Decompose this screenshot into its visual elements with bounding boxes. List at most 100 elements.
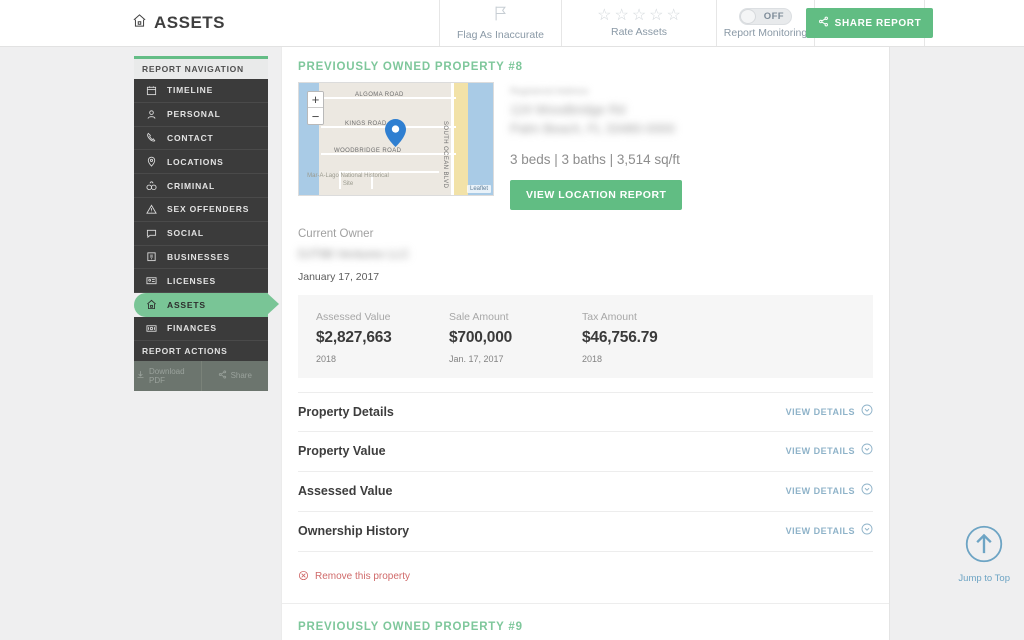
map-road-ocean-blvd [451,83,454,195]
download-icon [136,370,145,381]
current-owner-label: Current Owner [298,227,374,240]
flag-label: Flag As Inaccurate [457,29,544,41]
view-details-link[interactable]: VIEW DETAILS [786,407,855,417]
arrow-up-icon [964,524,1004,569]
page-title-text: ASSETS [154,13,226,32]
id-card-icon [145,275,158,286]
chevron-down-icon[interactable] [861,403,873,421]
sidebar-item-businesses[interactable]: BUSINESSES [134,245,268,270]
download-pdf-button[interactable]: Download PDF [134,361,201,391]
accordion-action[interactable]: VIEW DETAILS [786,442,873,460]
accordion-property-value[interactable]: Property Value VIEW DETAILS [298,432,873,472]
chevron-down-icon[interactable] [861,482,873,500]
current-owner-name-redacted: DJT88 Ventures LLC [298,246,410,261]
jump-to-top-button[interactable]: Jump to Top [958,524,1010,584]
sidebar-item-criminal[interactable]: CRIMINAL [134,174,268,198]
star-icon-3[interactable]: ☆ [632,8,646,24]
toggle-knob [740,8,756,24]
address-label-redacted: Registered Address [510,86,589,96]
star-icon-4[interactable]: ☆ [649,8,663,24]
rate-assets-control[interactable]: ☆ ☆ ☆ ☆ ☆ Rate Assets [562,0,717,46]
accordion-action[interactable]: VIEW DETAILS [786,482,873,500]
sidebar-item-label: CONTACT [167,132,214,143]
jump-to-top-label: Jump to Top [958,573,1010,584]
property-summary: ALGOMA ROAD KINGS ROAD WOODBRIDGE ROAD S… [298,82,873,210]
star-icon-1[interactable]: ☆ [597,8,611,24]
value-card-assessed: Assessed Value $2,827,663 2018 [316,311,449,364]
property-title: PREVIOUSLY OWNED PROPERTY #8 [298,61,523,73]
sidebar-item-assets[interactable]: ASSETS [134,293,279,317]
map-beach [454,83,468,195]
accordion-ownership-history[interactable]: Ownership History VIEW DETAILS [298,512,873,552]
property-map[interactable]: ALGOMA ROAD KINGS ROAD WOODBRIDGE ROAD S… [298,82,494,196]
property-values-strip: Assessed Value $2,827,663 2018 Sale Amou… [298,294,873,378]
sidebar-item-locations[interactable]: LOCATIONS [134,150,268,175]
star-rating[interactable]: ☆ ☆ ☆ ☆ ☆ [597,8,681,24]
share-report-label: SHARE REPORT [834,17,922,29]
property-address-block: Registered Address 124 Woodbridge Rd Pal… [510,82,683,210]
sidebar-item-sex-offenders[interactable]: SEX OFFENDERS [134,197,268,222]
sidebar-share-label: Share [230,371,252,381]
star-icon-2[interactable]: ☆ [614,8,628,24]
value-sub: 2018 [582,353,603,364]
sidebar-item-finances[interactable]: FINANCES [134,316,268,341]
map-label-park: Mar-A-Lago National Historical Site [307,173,389,187]
property-9-title: PREVIOUSLY OWNED PROPERTY #9 [298,620,523,633]
flag-as-inaccurate-button[interactable]: Flag As Inaccurate [440,0,562,46]
sidebar: REPORT NAVIGATION TIMELINE PERSONAL CONT… [134,56,279,391]
share-icon [218,370,227,381]
page-title-area: ASSETS [0,0,440,46]
building-icon [145,251,158,262]
value-sub: Jan. 17, 2017 [449,353,504,364]
sidebar-item-social[interactable]: SOCIAL [134,221,268,246]
sidebar-item-label: BUSINESSES [167,251,230,262]
report-monitoring-label: Report Monitoring [723,26,808,39]
remove-property-button[interactable]: Remove this property [298,570,873,584]
accordion-title: Property Value [298,444,386,459]
house-icon [132,13,147,33]
accordion-property-details[interactable]: Property Details VIEW DETAILS [298,391,873,432]
sidebar-actions-header: REPORT ACTIONS [134,340,268,361]
calendar-icon [145,85,158,96]
page-title: ASSETS [132,13,225,33]
view-details-link[interactable]: VIEW DETAILS [786,526,855,536]
sidebar-item-licenses[interactable]: LICENSES [134,269,268,294]
sidebar-item-label: SOCIAL [167,228,204,239]
map-zoom-controls[interactable]: + − [307,91,324,125]
accordion-title: Ownership History [298,524,410,539]
sidebar-item-label: PERSONAL [167,109,221,120]
sidebar-share-button[interactable]: Share [200,360,269,391]
leaflet-attribution[interactable]: Leaflet [466,185,491,193]
property-sections: Property Details VIEW DETAILS Property V… [298,391,873,552]
sidebar-item-timeline[interactable]: TIMELINE [134,79,268,103]
sidebar-item-contact[interactable]: CONTACT [134,126,268,151]
value-amount: $2,827,663 [316,328,392,346]
person-icon [145,109,158,120]
value-amount: $46,756.79 [582,328,658,346]
star-icon-5[interactable]: ☆ [667,8,681,24]
map-zoom-out-button[interactable]: − [308,108,323,124]
chevron-down-icon[interactable] [861,442,873,460]
sidebar-item-personal[interactable]: PERSONAL [134,102,268,127]
report-monitoring-toggle[interactable]: OFF [739,7,792,25]
value-label: Tax Amount [582,310,637,323]
sidebar-item-label: ASSETS [167,299,206,310]
accordion-title: Property Details [298,404,394,419]
property-specs: 3 beds | 3 baths | 3,514 sq/ft [510,151,680,167]
report-monitoring-control[interactable]: OFF Report Monitoring [717,0,815,46]
view-details-link[interactable]: VIEW DETAILS [786,446,855,456]
accordion-action[interactable]: VIEW DETAILS [786,522,873,540]
phone-icon [145,132,158,143]
accordion-title: Assessed Value [298,484,393,499]
accordion-action[interactable]: VIEW DETAILS [786,403,873,421]
value-sub: 2018 [316,353,337,364]
sidebar-actions: Download PDF Share [134,360,269,391]
map-zoom-in-button[interactable]: + [308,92,323,108]
view-location-report-button[interactable]: VIEW LOCATION REPORT [510,179,683,210]
share-report-button[interactable]: SHARE REPORT [805,8,934,38]
accordion-assessed-value[interactable]: Assessed Value VIEW DETAILS [298,472,873,512]
house-icon [145,299,158,310]
view-details-link[interactable]: VIEW DETAILS [786,486,855,496]
chevron-down-icon[interactable] [861,522,873,540]
value-label: Assessed Value [316,310,391,323]
